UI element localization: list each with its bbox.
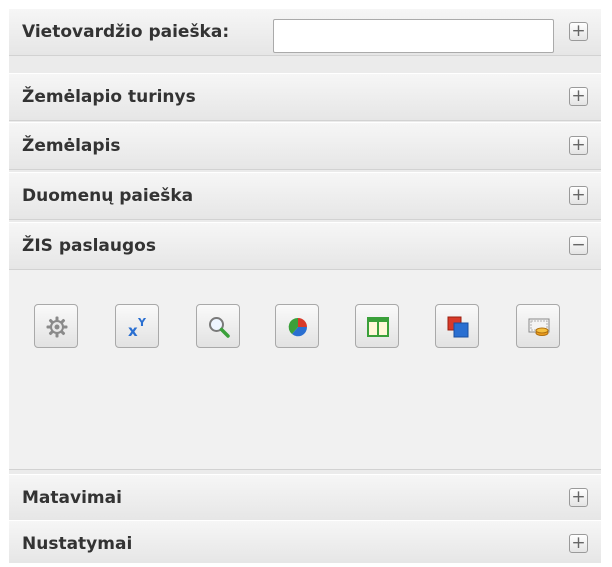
gear-icon bbox=[46, 316, 68, 338]
search-tool-button[interactable] bbox=[196, 304, 240, 348]
section-label: Žemėlapis bbox=[22, 136, 121, 156]
section-label: Žemėlapio turinys bbox=[22, 87, 196, 107]
coordinates-tool-button[interactable]: x Y bbox=[115, 304, 159, 348]
section-label: Nustatymai bbox=[22, 534, 133, 554]
section-label: Duomenų paieška bbox=[22, 186, 194, 206]
collapse-icon[interactable]: − bbox=[569, 236, 588, 255]
table-columns-icon bbox=[367, 317, 389, 337]
expand-icon[interactable]: + bbox=[569, 136, 588, 155]
xy-coordinates-icon: x Y bbox=[128, 316, 147, 339]
coins-icon bbox=[528, 318, 550, 336]
expand-icon[interactable]: + bbox=[569, 488, 588, 507]
settings-tool-button[interactable] bbox=[34, 304, 78, 348]
overlay-layers-icon bbox=[447, 316, 469, 338]
expand-icon[interactable]: + bbox=[569, 186, 588, 205]
pie-chart-icon bbox=[288, 317, 308, 337]
section-measurements[interactable]: Matavimai + bbox=[9, 474, 601, 522]
section-map[interactable]: Žemėlapis + bbox=[9, 122, 601, 170]
statistics-tool-button[interactable] bbox=[275, 304, 319, 348]
side-panel: Vietovardžio paieška: + Žemėlapio turiny… bbox=[9, 8, 601, 563]
section-map-contents[interactable]: Žemėlapio turinys + bbox=[9, 73, 601, 121]
magnifier-icon bbox=[209, 317, 230, 338]
section-data-search[interactable]: Duomenų paieška + bbox=[9, 172, 601, 220]
overlay-tool-button[interactable] bbox=[435, 304, 479, 348]
expand-icon[interactable]: + bbox=[569, 87, 588, 106]
section-gis-services[interactable]: ŽIS paslaugos − bbox=[9, 222, 601, 270]
search-section-header[interactable]: Vietovardžio paieška: + bbox=[9, 8, 601, 56]
section-settings[interactable]: Nustatymai + bbox=[9, 520, 601, 563]
place-name-search-input[interactable] bbox=[273, 19, 554, 53]
expand-icon[interactable]: + bbox=[569, 534, 588, 553]
expand-icon[interactable]: + bbox=[569, 22, 588, 41]
section-label: ŽIS paslaugos bbox=[22, 236, 156, 256]
cost-tool-button[interactable] bbox=[516, 304, 560, 348]
compare-tool-button[interactable] bbox=[355, 304, 399, 348]
svg-text:Y: Y bbox=[137, 316, 147, 329]
section-label: Matavimai bbox=[22, 488, 122, 508]
search-label: Vietovardžio paieška: bbox=[22, 22, 230, 42]
gis-services-content: x Y bbox=[9, 270, 601, 470]
svg-text:x: x bbox=[128, 322, 138, 339]
